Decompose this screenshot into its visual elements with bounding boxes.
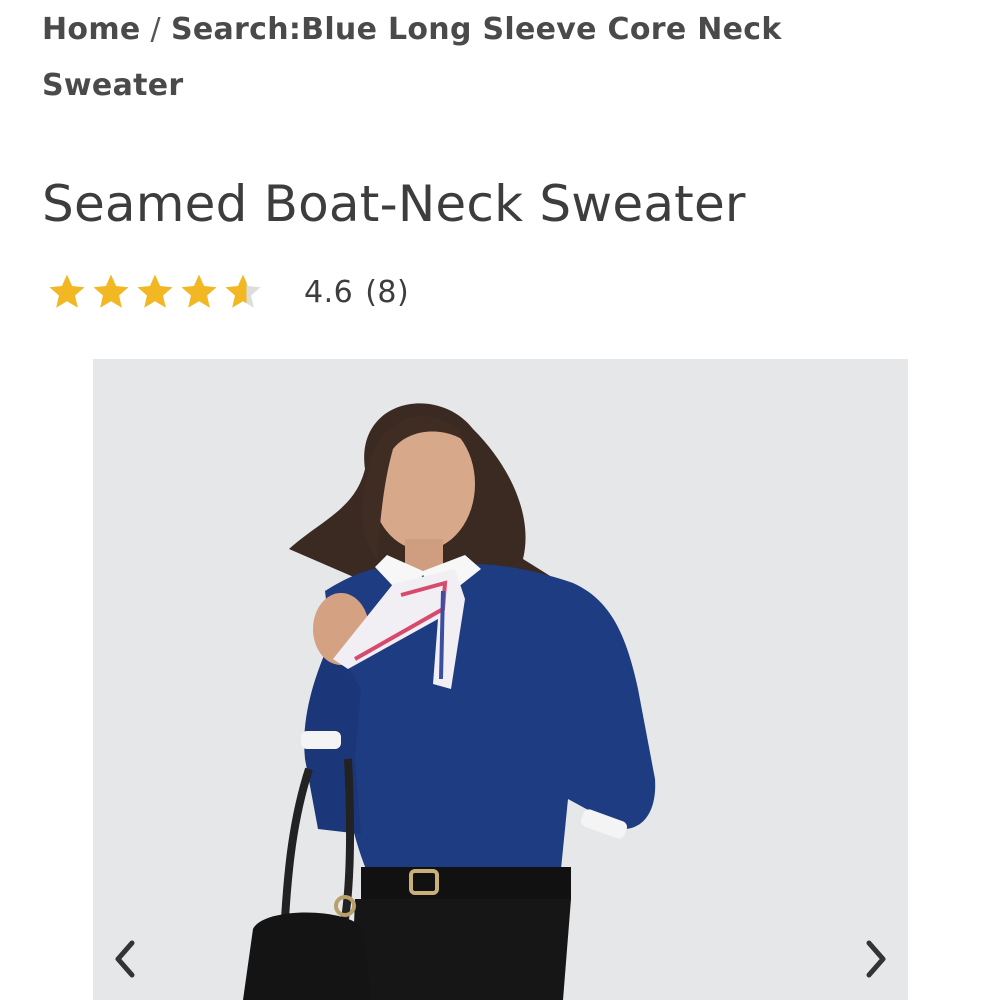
star-icon — [49, 274, 85, 308]
breadcrumb: Home / Search:Blue Long Sleeve Core Neck S… — [42, 2, 842, 114]
review-count[interactable]: (8) — [365, 275, 409, 310]
product-title: Seamed Boat-Neck Sweater — [42, 175, 746, 233]
product-rating[interactable]: 4.6 (8) — [46, 266, 409, 318]
breadcrumb-home-link[interactable]: Home — [42, 12, 141, 47]
star-icon — [137, 274, 173, 308]
product-photo — [93, 359, 908, 1000]
product-page: Home / Search:Blue Long Sleeve Core Neck S… — [0, 0, 1000, 1000]
star-rating — [46, 271, 266, 313]
chevron-left-icon — [115, 940, 135, 978]
product-image-gallery[interactable] — [93, 359, 908, 1000]
half-star-icon — [225, 274, 261, 308]
breadcrumb-separator: / — [150, 12, 161, 47]
chevron-right-icon — [866, 940, 886, 978]
star-icon — [181, 274, 217, 308]
gallery-prev-button[interactable] — [101, 929, 149, 989]
gallery-next-button[interactable] — [852, 929, 900, 989]
star-icon — [93, 274, 129, 308]
rating-value: 4.6 — [304, 274, 354, 310]
